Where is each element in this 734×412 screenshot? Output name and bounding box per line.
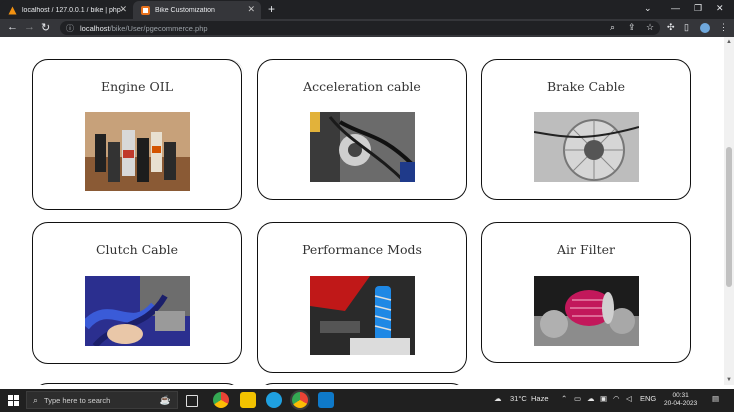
chrome-active-app-icon[interactable] <box>292 392 308 408</box>
system-clock[interactable]: 00:31 20-04-2023 <box>664 392 697 408</box>
browser-toolbar: ← → ↻ ⓘ localhost /bike/User/pgecommerce… <box>0 19 734 37</box>
tab-title: Bike Customization <box>155 6 215 14</box>
tab-title: localhost / 127.0.0.1 / bike | php <box>22 6 121 14</box>
zoom-icon[interactable]: ⌕ <box>610 22 615 33</box>
battery-icon[interactable]: ▭ <box>574 394 581 403</box>
engine-oil-bottles-image[interactable] <box>85 112 190 191</box>
clock-time: 00:31 <box>672 392 689 399</box>
clock-date: 20-04-2023 <box>664 400 698 407</box>
task-view-icon[interactable] <box>186 395 198 407</box>
product-card-clutch-cable[interactable]: Clutch Cable <box>32 222 242 364</box>
product-card-partial[interactable] <box>257 383 467 385</box>
onedrive-icon[interactable]: ☁ <box>587 394 595 403</box>
scroll-down-icon[interactable]: ▼ <box>726 377 732 383</box>
product-name: Air Filter <box>556 242 616 257</box>
wifi-icon[interactable]: ◠ <box>613 394 620 403</box>
product-name: Engine OIL <box>100 79 174 94</box>
share-icon[interactable]: ⇪ <box>628 22 636 33</box>
product-name: Clutch Cable <box>95 242 179 257</box>
new-tab-button[interactable]: + <box>268 2 275 16</box>
search-icon: ⌕ <box>33 394 39 405</box>
tab-phpmyadmin[interactable]: localhost / 127.0.0.1 / bike | php ✕ <box>0 1 133 19</box>
windows-taskbar: ⌕ Type here to search ☕ ☁ 31°C Haze ⌃ ▭ … <box>0 389 734 412</box>
tab-search-icon[interactable]: ⌄ <box>644 3 652 14</box>
bookmark-star-icon[interactable]: ☆ <box>646 22 654 33</box>
extensions-icon[interactable]: ✣ <box>667 22 675 33</box>
search-placeholder: Type here to search <box>44 395 111 405</box>
close-icon[interactable]: ✕ <box>119 4 127 15</box>
tab-bike-customization[interactable]: Bike Customization ✕ <box>133 1 261 19</box>
info-icon[interactable]: ⓘ <box>66 23 74 34</box>
browser-tab-bar: localhost / 127.0.0.1 / bike | php ✕ Bik… <box>0 0 734 19</box>
profile-avatar-icon[interactable] <box>700 23 710 33</box>
minimize-icon[interactable]: — <box>671 3 680 13</box>
product-name: Acceleration cable <box>303 79 421 94</box>
volume-icon[interactable]: ◁ <box>626 394 632 403</box>
restore-icon[interactable]: ❐ <box>694 3 702 14</box>
product-name: Brake Cable <box>547 79 625 94</box>
forward-icon[interactable]: → <box>24 21 35 33</box>
language-indicator[interactable]: ENG <box>640 394 656 403</box>
weather-temp[interactable]: 31°C <box>510 394 527 403</box>
back-icon[interactable]: ← <box>7 21 18 33</box>
product-card-engine-oil[interactable]: Engine OIL <box>32 59 242 210</box>
display-icon[interactable]: ▣ <box>600 394 607 403</box>
clutch-cable-image[interactable] <box>85 276 190 346</box>
edge-app-icon[interactable] <box>266 392 282 408</box>
taskbar-search-input[interactable]: ⌕ Type here to search ☕ <box>26 391 178 409</box>
product-card-acceleration-cable[interactable]: Acceleration cable <box>257 59 467 200</box>
search-highlight-icon[interactable]: ☕ <box>160 395 171 406</box>
reload-icon[interactable]: ↻ <box>41 21 50 34</box>
close-window-icon[interactable]: ✕ <box>716 3 724 14</box>
acceleration-cable-image[interactable] <box>310 112 415 182</box>
vscode-app-icon[interactable] <box>318 392 334 408</box>
phpmyadmin-favicon-icon <box>8 6 17 15</box>
menu-kebab-icon[interactable]: ⋮ <box>719 22 728 33</box>
chrome-app-icon[interactable] <box>213 392 229 408</box>
performance-mods-image[interactable] <box>310 276 415 355</box>
url-host: localhost <box>80 23 110 33</box>
product-card-performance-mods[interactable]: Performance Mods <box>257 222 467 373</box>
notifications-icon[interactable]: ▤ <box>712 394 719 403</box>
side-panel-icon[interactable]: ▯ <box>684 22 689 33</box>
product-card-brake-cable[interactable]: Brake Cable <box>481 59 691 200</box>
url-path: /bike/User/pgecommerce.php <box>109 23 208 33</box>
weather-icon[interactable]: ☁ <box>494 394 502 403</box>
air-filter-image[interactable] <box>534 276 639 346</box>
page-favicon-icon <box>141 5 150 15</box>
address-bar[interactable]: ⓘ localhost /bike/User/pgecommerce.php <box>60 21 660 35</box>
scroll-up-icon[interactable]: ▲ <box>726 39 732 45</box>
product-name: Performance Mods <box>302 242 422 257</box>
windows-start-icon[interactable] <box>8 395 19 406</box>
product-card-air-filter[interactable]: Air Filter <box>481 222 691 363</box>
page-scrollbar[interactable]: ▲ ▼ <box>724 37 734 385</box>
weather-text[interactable]: Haze <box>531 394 549 403</box>
tray-chevron-icon[interactable]: ⌃ <box>561 394 567 403</box>
close-icon[interactable]: ✕ <box>247 4 255 15</box>
product-card-partial[interactable] <box>32 383 242 385</box>
brake-cable-image[interactable] <box>534 112 639 182</box>
file-explorer-icon[interactable] <box>240 392 256 408</box>
page-content: Engine OIL Acceleration cable Brake Cabl… <box>0 37 724 385</box>
scrollbar-thumb[interactable] <box>726 147 732 287</box>
